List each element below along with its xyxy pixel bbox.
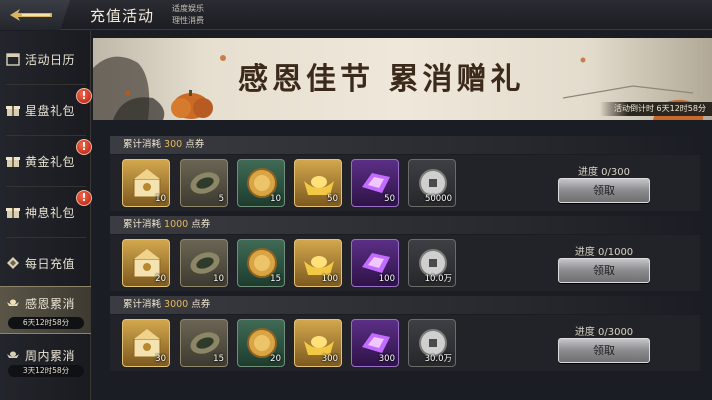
item-quantity: 20 [155,274,166,284]
event-countdown: 活动倒计时 6天12时58分 [600,102,712,116]
calendar-icon [6,53,20,66]
top-bar: 充值活动 适度娱乐 理性消费 [0,0,712,30]
sidebar-item-label: 周内累消 [25,349,76,363]
gold-ingot-item[interactable]: 50 [294,159,342,207]
silver-coin-item[interactable]: 10.0万 [408,239,456,287]
sidebar-item-daily-recharge[interactable]: 每日充值 [0,239,91,287]
gift-icon [6,106,20,116]
divider [6,84,86,85]
page-title: 充值活动 [90,7,155,25]
item-quantity: 30.0万 [424,354,452,364]
sidebar-item-activity-calendar[interactable]: 活动日历 [0,35,91,83]
gold-coin-item[interactable]: 15 [237,239,285,287]
back-button[interactable] [0,0,70,30]
sidebar: 活动日历 星盘礼包 ! 黄金礼包 ! 神息礼包 ! 每日充值 感恩累消 6天12… [0,31,92,400]
diamond-icon [7,257,19,269]
sidebar-timer: 3天12时58分 [8,365,84,377]
divider [6,186,86,187]
sidebar-item-label: 活动日历 [25,52,76,67]
ingot-icon [7,299,19,306]
tier-progress: 进度 0/300 [578,167,630,178]
notice-line-2: 理性消费 [172,16,204,25]
tier-amount: 300 [164,139,183,150]
silver-coin-item[interactable]: 30.0万 [408,319,456,367]
sidebar-item-label: 感恩累消 [25,297,76,311]
item-quantity: 50 [384,194,395,204]
tier-header-prefix: 累计消耗 [123,139,165,150]
purple-crystal-item[interactable]: 100 [351,239,399,287]
item-quantity: 10 [155,194,166,204]
tier-progress: 进度 0/1000 [574,247,634,258]
divider [6,135,86,136]
item-quantity: 20 [270,354,281,364]
sidebar-item-weekly-spend[interactable]: 周内累消 [0,337,91,385]
silver-coin-item[interactable]: 50000 [408,159,456,207]
sidebar-item-label: 每日充值 [25,256,76,271]
tier-header: 累计消耗 1000 点券 [110,216,700,234]
tier-header-prefix: 累计消耗 [123,299,165,310]
jade-tablet-item[interactable]: 10 [180,239,228,287]
notice-line-1: 适度娱乐 [172,4,204,13]
notification-badge: ! [76,190,92,206]
tier-header: 累计消耗 3000 点券 [110,296,700,314]
notification-badge: ! [76,139,92,155]
item-quantity: 50000 [424,194,452,204]
gold-ingot-item[interactable]: 100 [294,239,342,287]
health-notice: 适度娱乐 理性消费 [172,3,204,27]
claim-button[interactable]: 领取 [558,258,650,283]
dragon-chest-item[interactable]: 20 [122,239,170,287]
item-quantity: 50 [327,194,338,204]
gold-ingot-item[interactable]: 300 [294,319,342,367]
banner-title: 感恩佳节 累消赠礼 [238,62,525,97]
sidebar-item-gold-pack[interactable]: 黄金礼包 ! [0,137,92,185]
claim-button[interactable]: 领取 [558,338,650,363]
purple-crystal-item[interactable]: 300 [351,319,399,367]
tier-header-suffix: 点券 [188,219,211,230]
notification-badge: ! [76,88,92,104]
jade-tablet-item[interactable]: 5 [180,159,228,207]
tier-header-prefix: 累计消耗 [123,219,165,230]
item-quantity: 100 [321,274,338,284]
tier-progress: 进度 0/3000 [574,327,634,338]
divider [6,237,86,238]
gift-icon [6,208,20,218]
gold-coin-item[interactable]: 10 [237,159,285,207]
jade-tablet-item[interactable]: 15 [180,319,228,367]
gold-coin-item[interactable]: 20 [237,319,285,367]
item-quantity: 10 [270,194,281,204]
item-quantity: 300 [378,354,395,364]
purple-crystal-item[interactable]: 50 [351,159,399,207]
item-quantity: 100 [378,274,395,284]
event-banner: 感恩佳节 累消赠礼 活动倒计时 6天12时58分 [93,38,712,120]
tier-header-suffix: 点券 [188,299,211,310]
item-quantity: 5 [218,194,224,204]
claim-button[interactable]: 领取 [558,178,650,203]
sidebar-item-label: 神息礼包 [25,205,76,220]
item-quantity: 15 [213,354,224,364]
dragon-chest-item[interactable]: 30 [122,319,170,367]
tier-header-suffix: 点券 [182,139,205,150]
back-arrow-icon [10,9,52,21]
item-quantity: 10 [213,274,224,284]
sidebar-item-label: 星盘礼包 [25,103,76,118]
item-quantity: 15 [270,274,281,284]
sidebar-timer: 6天12时58分 [8,317,84,329]
ingot-icon [7,351,19,358]
tier-header: 累计消耗 300 点券 [110,136,700,154]
tier-amount: 3000 [164,299,189,310]
dragon-chest-item[interactable]: 10 [122,159,170,207]
item-quantity: 10.0万 [424,274,452,284]
sidebar-item-divine-pack[interactable]: 神息礼包 ! [0,188,92,236]
item-quantity: 300 [321,354,338,364]
item-quantity: 30 [155,354,166,364]
sidebar-item-label: 黄金礼包 [25,154,76,169]
tier-amount: 1000 [164,219,189,230]
gift-icon [6,157,20,167]
sidebar-item-star-pack[interactable]: 星盘礼包 ! [0,86,92,134]
